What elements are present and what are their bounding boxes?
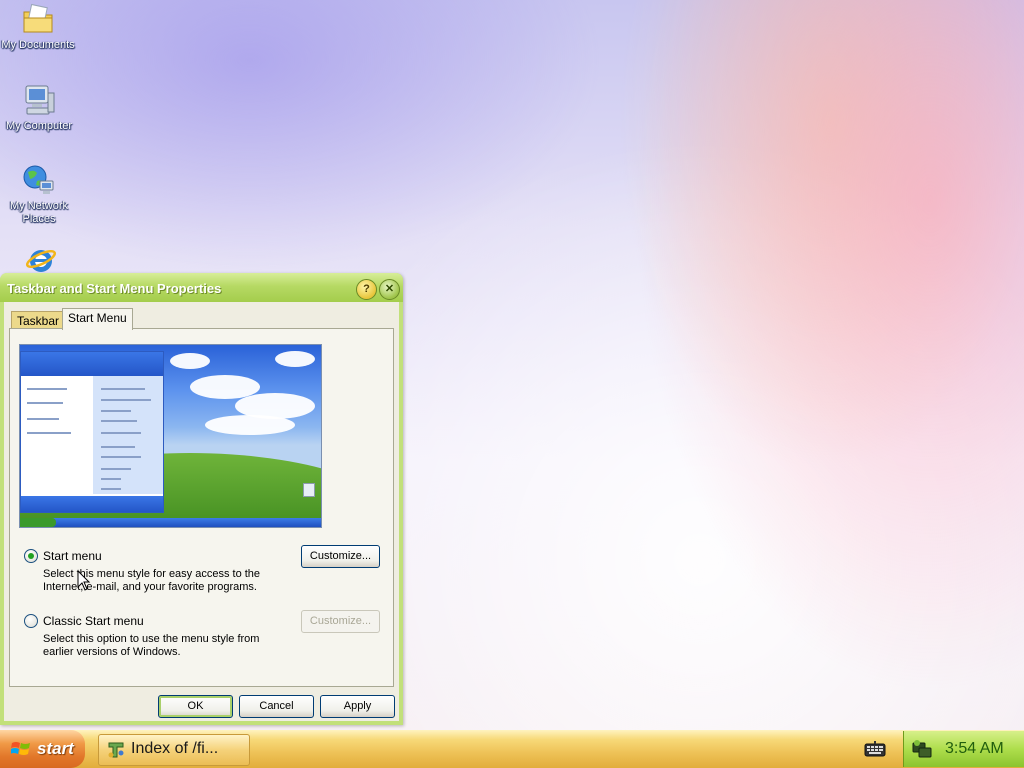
- taskbar: start Index of /fi... 3:54 AM: [0, 730, 1024, 768]
- start-menu-preview-image: [19, 344, 322, 528]
- classic-start-menu-radio[interactable]: [24, 614, 38, 628]
- dialog-title: Taskbar and Start Menu Properties: [7, 281, 222, 296]
- cancel-button[interactable]: Cancel: [239, 695, 314, 718]
- start-menu-description-line1: Select this menu style for easy access t…: [43, 568, 261, 580]
- system-tray: 3:54 AM: [903, 731, 1024, 767]
- taskbar-start-menu-properties-dialog: Taskbar and Start Menu Properties ? ✕ Ta…: [0, 273, 403, 725]
- classic-description-line2: earlier versions of Windows.: [43, 646, 181, 658]
- apply-button[interactable]: Apply: [320, 695, 395, 718]
- mouse-cursor-icon: [77, 569, 91, 597]
- taskbar-item-index[interactable]: Index of /fi...: [98, 734, 250, 766]
- network-icon: [22, 163, 56, 197]
- tab-start-menu[interactable]: Start Menu: [62, 308, 133, 330]
- desktop-icon-my-computer[interactable]: My Computer: [1, 83, 77, 133]
- radio-selected-dot: [28, 553, 34, 559]
- ftp-tree-icon: [107, 741, 125, 759]
- close-button[interactable]: ✕: [379, 279, 400, 300]
- desktop-icon-label: My Documents: [1, 39, 75, 51]
- desktop-icon-my-network-places[interactable]: My Network Places: [1, 163, 77, 226]
- desktop-icon-label: My Network Places: [9, 200, 69, 225]
- folder-documents-icon: [21, 2, 55, 36]
- classic-customize-button[interactable]: Customize...: [301, 610, 380, 633]
- start-button[interactable]: start: [0, 730, 85, 768]
- network-tray-icon[interactable]: [911, 739, 933, 759]
- start-menu-description-line2: Internet, e-mail, and your favorite prog…: [43, 581, 257, 593]
- ok-button[interactable]: OK: [158, 695, 233, 718]
- desktop-icon-label: My Computer: [5, 120, 73, 132]
- classic-description-line1: Select this option to use the menu style…: [43, 633, 260, 645]
- classic-start-menu-radio-label[interactable]: Classic Start menu: [43, 614, 144, 628]
- start-label: start: [37, 739, 74, 758]
- windows-logo-icon: [10, 740, 31, 758]
- help-button[interactable]: ?: [356, 279, 377, 300]
- start-menu-radio-label[interactable]: Start menu: [43, 549, 102, 563]
- keyboard-icon[interactable]: [864, 741, 886, 757]
- clock[interactable]: 3:54 AM: [945, 740, 1004, 758]
- taskbar-item-label: Index of /fi...: [131, 740, 219, 757]
- title-bar[interactable]: Taskbar and Start Menu Properties ? ✕: [0, 273, 403, 302]
- start-menu-radio[interactable]: [24, 549, 38, 563]
- computer-icon: [22, 83, 56, 117]
- dialog-client-area: Taskbar Start Menu Start menu Select thi…: [4, 302, 399, 721]
- desktop-icon-my-documents[interactable]: My Documents: [0, 2, 76, 52]
- start-menu-customize-button[interactable]: Customize...: [301, 545, 380, 568]
